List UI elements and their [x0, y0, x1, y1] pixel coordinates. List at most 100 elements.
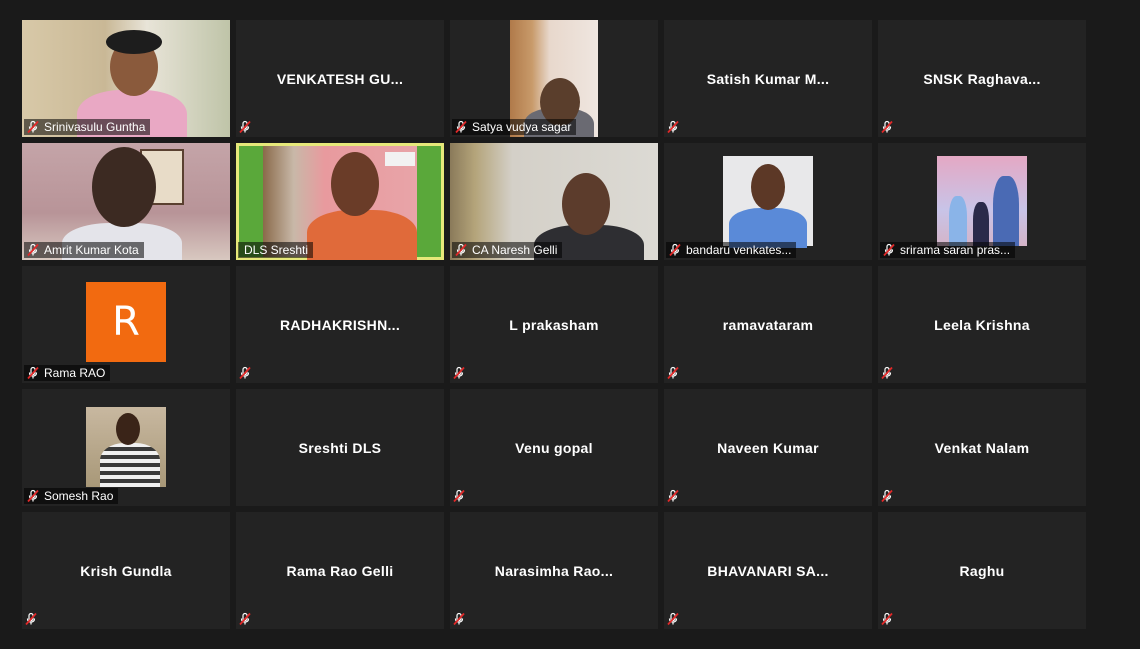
- participant-display-name: SNSK Raghava...: [923, 70, 1041, 87]
- participant-tile-19[interactable]: Naveen Kumar: [664, 389, 872, 506]
- participant-name-label: [238, 119, 252, 135]
- participant-name-label: CA Naresh Gelli: [452, 242, 563, 258]
- participant-name-label: srirama saran pras...: [880, 242, 1016, 258]
- mic-muted-icon: [668, 243, 682, 257]
- participant-name-label: [666, 488, 680, 504]
- participant-tile-5[interactable]: SNSK Raghava...: [878, 20, 1086, 137]
- participant-name-label: Rama RAO: [24, 365, 111, 381]
- participant-photo: [937, 156, 1027, 246]
- mic-muted-icon: [880, 366, 894, 380]
- participant-display-name: Raghu: [959, 562, 1005, 579]
- participant-name: Satya vudya sagar: [472, 120, 572, 134]
- mic-muted-icon: [238, 612, 252, 626]
- mic-muted-icon: [666, 366, 680, 380]
- participant-name-label: [24, 611, 38, 627]
- participant-display-name: Venu gopal: [515, 439, 593, 456]
- participant-tile-25[interactable]: Raghu: [878, 512, 1086, 629]
- participant-photo: [86, 407, 166, 487]
- participant-tile-17[interactable]: Sreshti DLS: [236, 389, 444, 506]
- participant-tile-13[interactable]: L prakasham: [450, 266, 658, 383]
- participant-tile-7-active-speaker[interactable]: DLS Sreshti: [236, 143, 444, 260]
- participant-tile-2[interactable]: VENKATESH GU...: [236, 20, 444, 137]
- mic-muted-icon: [666, 612, 680, 626]
- participant-name-label: Amrit Kumar Kota: [24, 242, 144, 258]
- mic-muted-icon: [26, 120, 40, 134]
- participant-name-label: Satya vudya sagar: [452, 119, 577, 135]
- participant-name-label: [880, 119, 894, 135]
- participant-name-label: bandaru venkates...: [666, 242, 797, 258]
- gallery-view-grid: Srinivasulu Guntha VENKATESH GU... Satya…: [22, 20, 1087, 629]
- participant-display-name: Sreshti DLS: [298, 439, 382, 456]
- participant-name-label: [880, 488, 894, 504]
- participant-name-label: [666, 611, 680, 627]
- participant-name-label: DLS Sreshti: [238, 242, 314, 258]
- participant-name: srirama saran pras...: [900, 243, 1011, 257]
- participant-tile-24[interactable]: BHAVANARI SA...: [664, 512, 872, 629]
- participant-photo: [723, 156, 813, 248]
- participant-tile-11[interactable]: R Rama RAO: [22, 266, 230, 383]
- participant-display-name: Rama Rao Gelli: [286, 562, 394, 579]
- mic-muted-icon: [666, 489, 680, 503]
- participant-display-name: Leela Krishna: [934, 316, 1030, 333]
- mic-muted-icon: [24, 612, 38, 626]
- participant-name: DLS Sreshti: [244, 243, 309, 257]
- mic-muted-icon: [882, 243, 896, 257]
- mic-muted-icon: [26, 243, 40, 257]
- mic-muted-icon: [452, 489, 466, 503]
- participant-tile-20[interactable]: Venkat Nalam: [878, 389, 1086, 506]
- mic-muted-icon: [238, 366, 252, 380]
- mic-muted-icon: [454, 120, 468, 134]
- mic-muted-icon: [26, 489, 40, 503]
- participant-display-name: Venkat Nalam: [934, 439, 1030, 456]
- participant-tile-6[interactable]: Amrit Kumar Kota: [22, 143, 230, 260]
- participant-tile-12[interactable]: RADHAKRISHN...: [236, 266, 444, 383]
- participant-name-label: Somesh Rao: [24, 488, 119, 504]
- participant-name: CA Naresh Gelli: [472, 243, 558, 257]
- participant-display-name: ramavataram: [722, 316, 814, 333]
- participant-display-name: Naveen Kumar: [717, 439, 819, 456]
- participant-tile-16[interactable]: Somesh Rao: [22, 389, 230, 506]
- participant-name: Srinivasulu Guntha: [44, 120, 146, 134]
- participant-name-label: [880, 611, 894, 627]
- participant-tile-18[interactable]: Venu gopal: [450, 389, 658, 506]
- participant-tile-1[interactable]: Srinivasulu Guntha: [22, 20, 230, 137]
- participant-name: Amrit Kumar Kota: [44, 243, 139, 257]
- participant-tile-4[interactable]: Satish Kumar M...: [664, 20, 872, 137]
- participant-name: bandaru venkates...: [686, 243, 792, 257]
- participant-display-name: Satish Kumar M...: [706, 70, 830, 87]
- mic-muted-icon: [26, 366, 40, 380]
- participant-name-label: [666, 119, 680, 135]
- participant-tile-15[interactable]: Leela Krishna: [878, 266, 1086, 383]
- mic-muted-icon: [454, 243, 468, 257]
- participant-tile-10[interactable]: srirama saran pras...: [878, 143, 1086, 260]
- participant-tile-14[interactable]: ramavataram: [664, 266, 872, 383]
- participant-name: Somesh Rao: [44, 489, 114, 503]
- mic-muted-icon: [880, 120, 894, 134]
- mic-muted-icon: [452, 612, 466, 626]
- participant-tile-21[interactable]: Krish Gundla: [22, 512, 230, 629]
- participant-name-label: Srinivasulu Guntha: [24, 119, 151, 135]
- participant-tile-8[interactable]: CA Naresh Gelli: [450, 143, 658, 260]
- participant-name-label: [880, 365, 894, 381]
- participant-display-name: RADHAKRISHN...: [279, 316, 401, 333]
- participant-tile-22[interactable]: Rama Rao Gelli: [236, 512, 444, 629]
- participant-name: Rama RAO: [44, 366, 106, 380]
- mic-muted-icon: [238, 120, 252, 134]
- participant-name-label: [238, 365, 252, 381]
- participant-display-name: L prakasham: [509, 316, 599, 333]
- participant-display-name: Narasimha Rao...: [494, 562, 614, 579]
- participant-video: [263, 146, 417, 260]
- participant-name-label: [666, 365, 680, 381]
- mic-muted-icon: [666, 120, 680, 134]
- avatar: R: [86, 282, 166, 362]
- participant-tile-9[interactable]: bandaru venkates...: [664, 143, 872, 260]
- participant-tile-23[interactable]: Narasimha Rao...: [450, 512, 658, 629]
- participant-display-name: Krish Gundla: [80, 562, 172, 579]
- participant-name-label: [238, 611, 252, 627]
- mic-muted-icon: [452, 366, 466, 380]
- participant-name-label: [452, 488, 466, 504]
- mic-muted-icon: [880, 489, 894, 503]
- participant-tile-3[interactable]: Satya vudya sagar: [450, 20, 658, 137]
- participant-name-label: [452, 611, 466, 627]
- participant-display-name: VENKATESH GU...: [276, 70, 404, 87]
